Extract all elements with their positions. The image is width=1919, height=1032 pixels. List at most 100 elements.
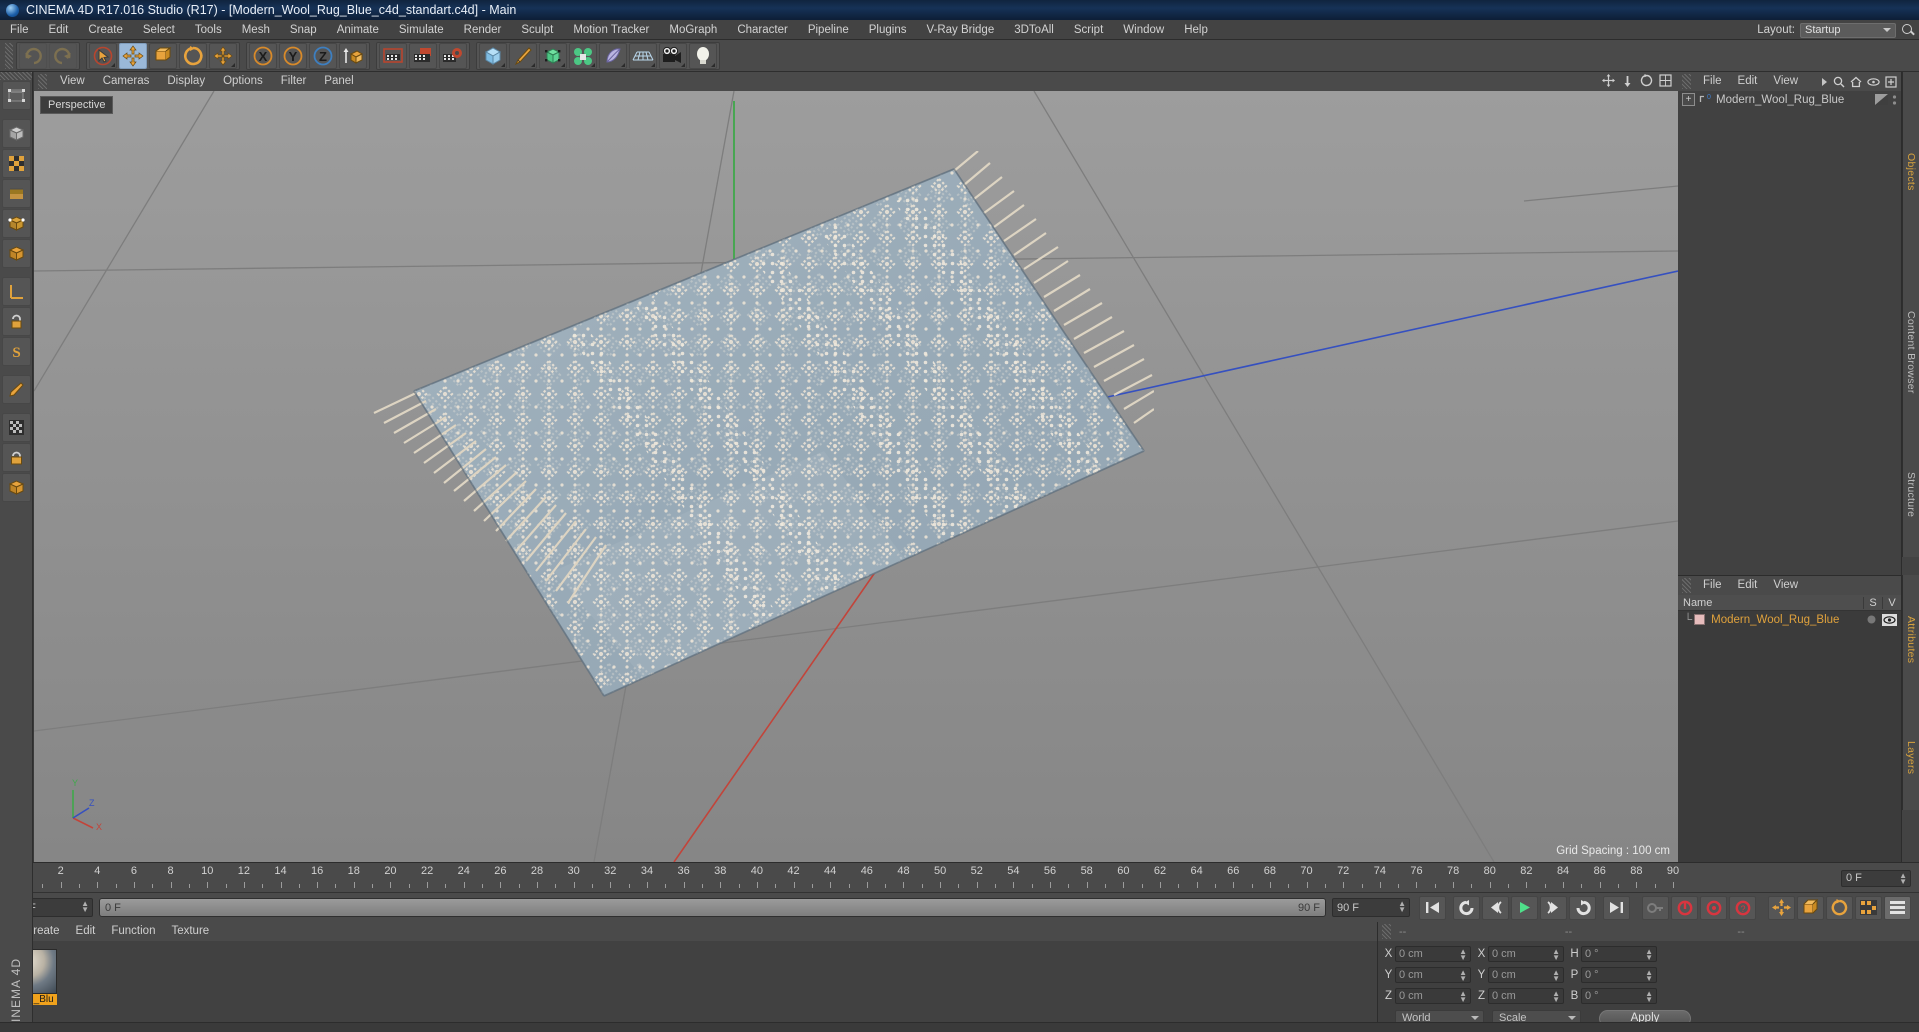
object-manager-list[interactable]: + 0 Modern_Wool_Rug_Blue bbox=[1678, 91, 1901, 575]
redo-button[interactable] bbox=[49, 42, 77, 69]
menu-item-script[interactable]: Script bbox=[1064, 20, 1113, 40]
display-tag-icon[interactable] bbox=[1875, 94, 1888, 105]
zoom-icon[interactable] bbox=[1621, 74, 1634, 87]
menu-item-help[interactable]: Help bbox=[1174, 20, 1218, 40]
spinner-icon[interactable]: ▲ ▼ bbox=[1552, 969, 1560, 983]
coordinate-manager-grip[interactable] bbox=[1382, 924, 1391, 939]
search-icon[interactable] bbox=[1901, 23, 1915, 37]
render-region-button[interactable] bbox=[409, 42, 437, 69]
new-layer-icon[interactable] bbox=[1885, 75, 1897, 88]
solo-dot-icon[interactable] bbox=[1866, 614, 1877, 625]
object-manager-menu-view[interactable]: View bbox=[1765, 72, 1806, 91]
layout-select[interactable]: Startup bbox=[1800, 22, 1896, 38]
right-tab-content-browser[interactable]: Content Browser bbox=[1902, 272, 1919, 432]
menu-item-file[interactable]: File bbox=[0, 20, 39, 40]
viewport-menu-filter[interactable]: Filter bbox=[272, 72, 316, 91]
menu-item-animate[interactable]: Animate bbox=[327, 20, 389, 40]
right-tab-attributes[interactable]: Attributes bbox=[1902, 575, 1919, 705]
scale-key-button[interactable] bbox=[1797, 895, 1824, 920]
spinner-icon[interactable]: ▲ ▼ bbox=[1459, 948, 1467, 962]
render-view-button[interactable] bbox=[379, 42, 407, 69]
go-to-start-button[interactable] bbox=[1419, 895, 1446, 920]
viewport[interactable]: View Cameras Display Options Filter Pane… bbox=[34, 72, 1678, 862]
material-menu-texture[interactable]: Texture bbox=[163, 922, 217, 941]
tool-points-mode[interactable] bbox=[1, 179, 31, 208]
max-frame-field[interactable]: 90 F ▲ ▼ bbox=[1332, 898, 1410, 917]
layer-color-swatch[interactable] bbox=[1694, 614, 1706, 625]
scale-button[interactable] bbox=[149, 42, 177, 69]
add-spline-button[interactable] bbox=[509, 42, 537, 69]
lock-y-axis-button[interactable]: Y bbox=[279, 42, 307, 69]
position-key-button[interactable] bbox=[1768, 895, 1795, 920]
spinner-icon[interactable]: ▲ ▼ bbox=[1645, 948, 1653, 962]
material-list[interactable]: Rug_Blu bbox=[0, 941, 1377, 1032]
object-row-modern-wool-rug-blue[interactable]: + 0 Modern_Wool_Rug_Blue bbox=[1678, 91, 1901, 108]
pla-key-button[interactable] bbox=[1855, 895, 1882, 920]
menu-item-create[interactable]: Create bbox=[78, 20, 133, 40]
visibility-dots-icon[interactable] bbox=[1892, 94, 1897, 106]
world-object-coord-button[interactable] bbox=[339, 42, 367, 69]
tool-model-mode[interactable] bbox=[1, 119, 31, 148]
add-array-button[interactable] bbox=[569, 42, 597, 69]
add-cube-button[interactable] bbox=[479, 42, 507, 69]
record-button[interactable] bbox=[1671, 895, 1698, 920]
menu-item-3dtoall[interactable]: 3DToAll bbox=[1004, 20, 1064, 40]
autokey-button[interactable] bbox=[1642, 895, 1669, 920]
toolbar-grip[interactable] bbox=[5, 42, 13, 69]
lock-x-axis-button[interactable]: X bbox=[249, 42, 277, 69]
keyframe-selection-button[interactable] bbox=[1700, 895, 1727, 920]
right-tab-layers[interactable]: Layers bbox=[1902, 705, 1919, 810]
rotate-icon[interactable] bbox=[1640, 74, 1653, 87]
maximize-icon[interactable] bbox=[1659, 74, 1672, 87]
right-tab-structure[interactable]: Structure bbox=[1902, 432, 1919, 557]
menu-item-tools[interactable]: Tools bbox=[185, 20, 232, 40]
tool-lock-uv[interactable] bbox=[1, 443, 31, 472]
current-frame-field[interactable]: 0 F ▲ ▼ bbox=[1841, 869, 1911, 887]
viewport-canvas[interactable]: Perspective Grid Spacing : 100 cm Y X Z bbox=[34, 91, 1678, 862]
layer-manager-menu-edit[interactable]: Edit bbox=[1730, 576, 1766, 595]
add-deformer-button[interactable] bbox=[599, 42, 627, 69]
undo-button[interactable] bbox=[19, 42, 47, 69]
move-alt-button[interactable] bbox=[209, 42, 237, 69]
menu-item-pipeline[interactable]: Pipeline bbox=[798, 20, 859, 40]
spinner-icon[interactable]: ▲ ▼ bbox=[1899, 871, 1907, 885]
material-menu-edit[interactable]: Edit bbox=[68, 922, 104, 941]
coord-rot-p-input[interactable]: 0 ° ▲ ▼ bbox=[1581, 967, 1657, 983]
tool-workplane[interactable] bbox=[1, 375, 31, 404]
menu-item-select[interactable]: Select bbox=[133, 20, 185, 40]
layer-row-modern-wool-rug-blue[interactable]: └ Modern_Wool_Rug_Blue bbox=[1678, 611, 1901, 628]
menu-item-vray-bridge[interactable]: V-Ray Bridge bbox=[916, 20, 1004, 40]
material-menu-function[interactable]: Function bbox=[103, 922, 163, 941]
menu-item-window[interactable]: Window bbox=[1113, 20, 1174, 40]
rotation-key-button[interactable] bbox=[1826, 895, 1853, 920]
coord-size-z-input[interactable]: 0 cm ▲ ▼ bbox=[1488, 988, 1564, 1004]
go-to-end-button[interactable] bbox=[1603, 895, 1630, 920]
menu-item-simulate[interactable]: Simulate bbox=[389, 20, 454, 40]
timeline-ruler[interactable]: 0246810121416182022242628303234363840424… bbox=[14, 863, 1679, 893]
coord-rot-h-input[interactable]: 0 ° ▲ ▼ bbox=[1581, 946, 1657, 962]
spinner-icon[interactable]: ▲ ▼ bbox=[1645, 990, 1653, 1004]
menu-item-motion-tracker[interactable]: Motion Tracker bbox=[563, 20, 659, 40]
viewport-grip[interactable] bbox=[38, 74, 47, 89]
viewport-menu-view[interactable]: View bbox=[51, 72, 94, 91]
menu-item-character[interactable]: Character bbox=[727, 20, 798, 40]
chevron-right-icon[interactable] bbox=[1820, 77, 1828, 87]
tool-uv-mesh[interactable] bbox=[1, 413, 31, 442]
menu-item-edit[interactable]: Edit bbox=[39, 20, 79, 40]
spinner-icon[interactable]: ▲ ▼ bbox=[1398, 900, 1406, 914]
tool-texture-mode[interactable] bbox=[1, 149, 31, 178]
step-back-button[interactable] bbox=[1482, 895, 1509, 920]
menu-item-mesh[interactable]: Mesh bbox=[232, 20, 280, 40]
eye-icon[interactable] bbox=[1867, 77, 1880, 87]
step-forward-button[interactable] bbox=[1540, 895, 1567, 920]
layer-manager-grip[interactable] bbox=[1682, 578, 1691, 593]
object-manager-menu-edit[interactable]: Edit bbox=[1730, 72, 1766, 91]
pan-icon[interactable] bbox=[1602, 74, 1615, 87]
spinner-icon[interactable]: ▲ ▼ bbox=[81, 900, 89, 914]
time-slider[interactable]: 0 F 90 F bbox=[99, 898, 1326, 917]
search-icon[interactable] bbox=[1833, 76, 1845, 88]
home-icon[interactable] bbox=[1850, 76, 1862, 88]
tool-edges-mode[interactable] bbox=[1, 209, 31, 238]
play-forward-loop-button[interactable] bbox=[1569, 895, 1596, 920]
layer-manager-menu-file[interactable]: File bbox=[1695, 576, 1730, 595]
